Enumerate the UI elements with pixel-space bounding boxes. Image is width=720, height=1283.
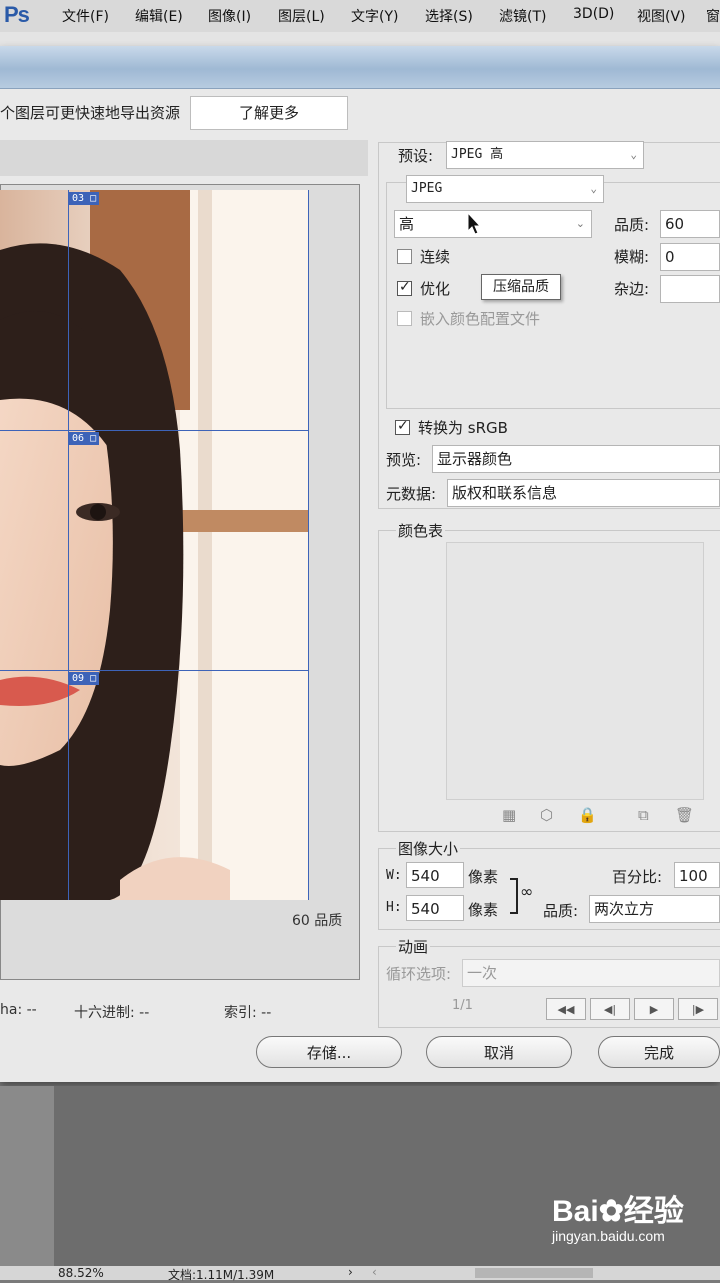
quality-input[interactable]: 60 — [660, 210, 720, 238]
width-label: W: — [386, 868, 402, 883]
watermark-brand: Bai — [552, 1195, 599, 1228]
web-shift-icon[interactable]: ⬡ — [540, 806, 553, 824]
matte-select[interactable] — [660, 275, 720, 303]
slice-guide-vertical — [68, 190, 69, 900]
preview-quality-note: 60 品质 — [292, 913, 343, 929]
loop-select[interactable]: 一次 — [462, 959, 720, 987]
frame-counter: 1/1 — [452, 998, 473, 1013]
options-strip — [0, 32, 720, 46]
metadata-label: 元数据: — [386, 485, 437, 503]
optimized-label: 优化 — [420, 280, 451, 298]
height-label: H: — [386, 900, 402, 915]
width-unit: 像素 — [468, 868, 499, 886]
slice-badge-03[interactable]: 03 □ — [69, 192, 100, 205]
progressive-label: 连续 — [420, 248, 451, 266]
preset-select[interactable]: JPEG 高 ⌄ — [446, 141, 644, 169]
watermark-brand-suffix: 经验 — [623, 1195, 684, 1228]
menu-filter[interactable]: 滤镜(T) — [499, 6, 546, 26]
slice-badge-06[interactable]: 06 □ — [69, 432, 100, 445]
resample-select[interactable]: 两次立方 — [589, 895, 720, 923]
animation-title: 动画 — [396, 936, 431, 957]
quality-label: 品质: — [614, 216, 650, 234]
color-table-title: 颜色表 — [396, 520, 446, 541]
slice-guide-horizontal — [0, 670, 308, 671]
loop-label: 循环选项: — [386, 965, 452, 983]
embed-profile-label: 嵌入颜色配置文件 — [420, 310, 541, 328]
link-bracket — [510, 878, 518, 914]
preview-color-select[interactable]: 显示器颜色 — [432, 445, 720, 473]
percent-label: 百分比: — [612, 868, 663, 886]
progressive-checkbox[interactable] — [397, 249, 412, 264]
format-select[interactable]: JPEG ⌄ — [406, 175, 604, 203]
scroll-left-icon[interactable]: ‹ — [372, 1265, 377, 1279]
height-unit: 像素 — [468, 901, 499, 919]
menu-image[interactable]: 图像(I) — [208, 6, 251, 26]
menu-file[interactable]: 文件(F) — [62, 6, 109, 26]
index-readout: 索引: -- — [224, 1005, 272, 1021]
baidu-jingyan-watermark: Bai✿经验 jingyan.baidu.com — [552, 1195, 684, 1245]
convert-srgb-checkbox[interactable] — [395, 418, 410, 435]
menu-type[interactable]: 文字(Y) — [351, 6, 398, 26]
height-input[interactable]: 540 — [406, 895, 464, 921]
slice-guide-horizontal — [0, 430, 308, 431]
percent-input[interactable]: 100 — [674, 862, 720, 888]
quality-level-select[interactable]: 高 ⌄ — [394, 210, 592, 238]
menu-edit[interactable]: 编辑(E) — [135, 6, 183, 26]
trash-icon[interactable]: 🗑 — [675, 806, 694, 824]
learn-more-button[interactable]: 了解更多 — [190, 96, 348, 130]
menu-view[interactable]: 视图(V) — [637, 6, 686, 26]
watermark-url: jingyan.baidu.com — [552, 1228, 665, 1244]
convert-srgb-label: 转换为 sRGB — [418, 419, 508, 437]
slice-guide-vertical — [308, 190, 309, 900]
status-bar: 88.52% 文档:1.11M/1.39M › ‹ — [0, 1265, 720, 1282]
map-color-icon[interactable]: ▦ — [502, 806, 516, 824]
alpha-readout: ha: -- — [0, 1002, 37, 1018]
first-frame-button[interactable]: ◀◀ — [546, 998, 586, 1020]
done-button[interactable]: 完成 — [598, 1036, 720, 1068]
compression-quality-tooltip: 压缩品质 — [481, 274, 561, 300]
constrain-link-icon[interactable]: ∞ — [520, 882, 533, 901]
embed-profile-checkbox[interactable] — [397, 311, 412, 326]
next-frame-button[interactable]: |▶ — [678, 998, 718, 1020]
paw-icon: ✿ — [598, 1195, 624, 1228]
photoshop-logo: Ps — [4, 2, 30, 27]
cancel-button[interactable]: 取消 — [426, 1036, 572, 1068]
preview-label: 预览: — [386, 451, 422, 469]
preset-label: 预设: — [398, 147, 434, 165]
blur-input[interactable]: 0 — [660, 243, 720, 271]
mouse-cursor-icon — [467, 212, 482, 235]
width-input[interactable]: 540 — [406, 862, 464, 888]
optimized-checkbox[interactable] — [397, 279, 412, 296]
preview-image[interactable] — [0, 190, 308, 900]
previous-frame-button[interactable]: ◀| — [590, 998, 630, 1020]
menu-window[interactable]: 窗 — [706, 6, 720, 26]
play-button[interactable]: ▶ — [634, 998, 674, 1020]
zoom-level[interactable]: 88.52% — [58, 1266, 104, 1280]
menu-layer[interactable]: 图层(L) — [278, 6, 325, 26]
image-size-title: 图像大小 — [396, 838, 461, 859]
color-table-swatches[interactable] — [446, 542, 704, 800]
lock-icon[interactable]: 🔒 — [578, 806, 597, 824]
slice-badge-09[interactable]: 09 □ — [69, 672, 100, 685]
document-size: 文档:1.11M/1.39M — [168, 1268, 275, 1282]
menu-select[interactable]: 选择(S) — [425, 6, 473, 26]
blur-label: 模糊: — [614, 248, 650, 266]
hex-readout: 十六进制: -- — [74, 1005, 150, 1021]
status-menu-arrow-icon[interactable]: › — [348, 1265, 353, 1279]
portrait-photo — [0, 190, 308, 900]
menu-3d[interactable]: 3D(D) — [573, 6, 614, 22]
horizontal-scrollbar-thumb[interactable] — [475, 1268, 593, 1278]
save-button[interactable]: 存储... — [256, 1036, 402, 1068]
export-assets-note: 个图层可更快速地导出资源 — [0, 104, 181, 122]
new-color-icon[interactable]: ⧉ — [638, 806, 649, 824]
left-panel-strip — [0, 1086, 54, 1266]
dialog-titlebar[interactable] — [0, 46, 720, 89]
metadata-select[interactable]: 版权和联系信息 — [447, 479, 720, 507]
preview-tabs-bar — [0, 140, 368, 176]
matte-label: 杂边: — [614, 280, 650, 298]
resample-quality-label: 品质: — [543, 902, 579, 920]
